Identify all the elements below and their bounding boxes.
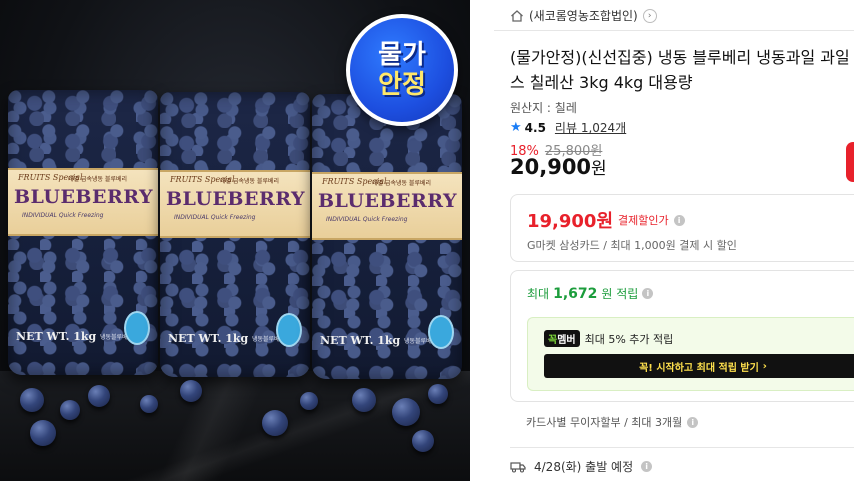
membership-description: 최대 5% 추가 적립 bbox=[584, 332, 674, 346]
bag-net-weight: NET WT. 1kg bbox=[168, 332, 249, 345]
product-bag: FRUITS Special 개별 급속냉동 블루베리 BLUEBERRY IN… bbox=[312, 94, 462, 379]
blueberry bbox=[262, 410, 288, 436]
product-title-line-1: (물가안정)(신선집중) 냉동 블루베리 냉동과일 과일 bbox=[510, 48, 850, 67]
sale-price-number: 20,900 bbox=[510, 155, 592, 179]
bag-korean-caption: 개별 급속냉동 블루베리 bbox=[68, 176, 128, 183]
shipping-row: 4/28(화) 출발 예정 i bbox=[510, 458, 653, 475]
sale-price-unit: 원 bbox=[591, 159, 607, 179]
badge-line-2: 안정 bbox=[378, 70, 426, 100]
home-icon bbox=[511, 9, 523, 22]
seller-name: (새코롬영농조합법인) bbox=[529, 9, 638, 23]
seller-link[interactable]: (새코롬영농조합법인) › bbox=[510, 7, 657, 24]
blueberry bbox=[180, 380, 202, 402]
blueberry bbox=[60, 400, 80, 420]
bag-title: BLUEBERRY bbox=[318, 190, 458, 212]
bag-korean-caption: 개별 급속냉동 블루베리 bbox=[220, 178, 280, 185]
blueberry bbox=[20, 388, 44, 412]
membership-start-button[interactable]: 꼭! 시작하고 최대 적립 받기 › bbox=[544, 354, 854, 378]
blueberry bbox=[300, 392, 318, 410]
bag-label: FRUITS Special 개별 급속냉동 블루베리 BLUEBERRY IN… bbox=[160, 170, 310, 238]
product-image: FRUITS Special 개별 급속냉동 블루베리 BLUEBERRY IN… bbox=[0, 0, 470, 481]
product-bag: FRUITS Special 개별 급속냉동 블루베리 BLUEBERRY IN… bbox=[160, 92, 310, 377]
product-bag: FRUITS Special 개별 급속냉동 블루베리 BLUEBERRY IN… bbox=[8, 90, 158, 375]
membership-tag-kkok: 꼭 bbox=[548, 335, 558, 346]
bag-subtitle: INDIVIDUAL Quick Freezing bbox=[326, 216, 408, 223]
bag-subtitle: INDIVIDUAL Quick Freezing bbox=[174, 214, 256, 221]
badge-line-1: 물가 bbox=[378, 40, 426, 70]
info-icon[interactable]: i bbox=[642, 288, 654, 299]
star-icon: ★ bbox=[510, 120, 522, 135]
bag-label: FRUITS Special 개별 급속냉동 블루베리 BLUEBERRY IN… bbox=[312, 172, 462, 240]
product-title-line-2: 스 칠레산 3kg 4kg 대용량 bbox=[510, 73, 693, 92]
bag-korean-caption: 개별 급속냉동 블루베리 bbox=[372, 180, 432, 187]
card-discount-label: 결제할인가 bbox=[618, 214, 669, 227]
card-price-row: 19,900원 결제할인가 i bbox=[527, 207, 685, 233]
points-suffix: 원 적립 bbox=[601, 287, 639, 301]
chevron-right-icon: › bbox=[642, 8, 657, 23]
membership-tag: 꼭멤버 bbox=[544, 330, 580, 347]
purchase-panel: (새코롬영농조합법인) › (물가안정)(신선집중) 냉동 블루베리 냉동과일 … bbox=[494, 0, 854, 481]
membership-button-label: 꼭! 시작하고 최대 적립 받기 bbox=[639, 362, 759, 374]
bag-subtitle: INDIVIDUAL Quick Freezing bbox=[22, 212, 104, 219]
product-title: (물가안정)(신선집중) 냉동 블루베리 냉동과일 과일 스 칠레산 3kg 4… bbox=[510, 45, 854, 97]
blueberry bbox=[412, 430, 434, 452]
bag-title: BLUEBERRY bbox=[166, 188, 306, 210]
card-discount-price: 19,900원 bbox=[527, 211, 614, 232]
card-discount-box: 19,900원 결제할인가 i G마켓 삼성카드 / 최대 1,000원 결제 … bbox=[510, 194, 854, 262]
price-stability-badge: 물가 안정 bbox=[346, 14, 458, 126]
bag-title: BLUEBERRY bbox=[14, 186, 154, 208]
points-row: 최대 1,672 원 적립 i bbox=[527, 285, 654, 302]
info-icon[interactable]: i bbox=[673, 214, 685, 226]
blueberry bbox=[428, 384, 448, 404]
installment-text: 카드사별 무이자할부 / 최대 3개월 bbox=[526, 416, 683, 429]
membership-row: 꼭멤버 최대 5% 추가 적립 bbox=[544, 330, 673, 347]
chevron-right-icon: › bbox=[762, 360, 767, 372]
rating-value: 4.5 bbox=[524, 120, 546, 135]
sale-price: 20,900원 bbox=[510, 154, 607, 179]
review-count-link[interactable]: 리뷰 1,024개 bbox=[555, 119, 626, 136]
info-icon[interactable]: i bbox=[641, 461, 653, 472]
marble-background bbox=[0, 371, 470, 481]
blueberry bbox=[140, 395, 158, 413]
truck-icon bbox=[510, 461, 526, 473]
divider bbox=[494, 30, 854, 31]
bag-seal bbox=[276, 313, 302, 347]
membership-tag-member: 멤버 bbox=[557, 335, 576, 346]
divider bbox=[510, 447, 854, 448]
points-amount: 1,672 bbox=[553, 285, 598, 302]
info-icon[interactable]: i bbox=[687, 416, 699, 428]
blueberry bbox=[392, 398, 420, 426]
bag-net-weight: NET WT. 1kg bbox=[16, 330, 97, 343]
bag-net-weight: NET WT. 1kg bbox=[320, 334, 401, 347]
card-discount-description: G마켓 삼성카드 / 최대 1,000원 결제 시 할인 bbox=[527, 239, 737, 252]
blueberry bbox=[352, 388, 376, 412]
origin-label: 원산지 : 칠레 bbox=[510, 101, 577, 115]
points-prefix: 최대 bbox=[527, 287, 550, 301]
cart-button-edge[interactable] bbox=[846, 142, 854, 182]
shipping-text: 4/28(화) 출발 예정 bbox=[534, 460, 634, 474]
rating-row: ★ 4.5 리뷰 1,024개 bbox=[510, 119, 626, 136]
bag-label: FRUITS Special 개별 급속냉동 블루베리 BLUEBERRY IN… bbox=[8, 168, 158, 236]
installment-row: 카드사별 무이자할부 / 최대 3개월 i bbox=[526, 414, 699, 430]
blueberry bbox=[88, 385, 110, 407]
bag-seal bbox=[428, 315, 454, 349]
points-box: 최대 1,672 원 적립 i 꼭멤버 최대 5% 추가 적립 꼭! 시작하고 … bbox=[510, 270, 854, 402]
bag-seal bbox=[124, 311, 150, 345]
membership-box: 꼭멤버 최대 5% 추가 적립 꼭! 시작하고 최대 적립 받기 › bbox=[527, 317, 854, 391]
blueberry bbox=[30, 420, 56, 446]
